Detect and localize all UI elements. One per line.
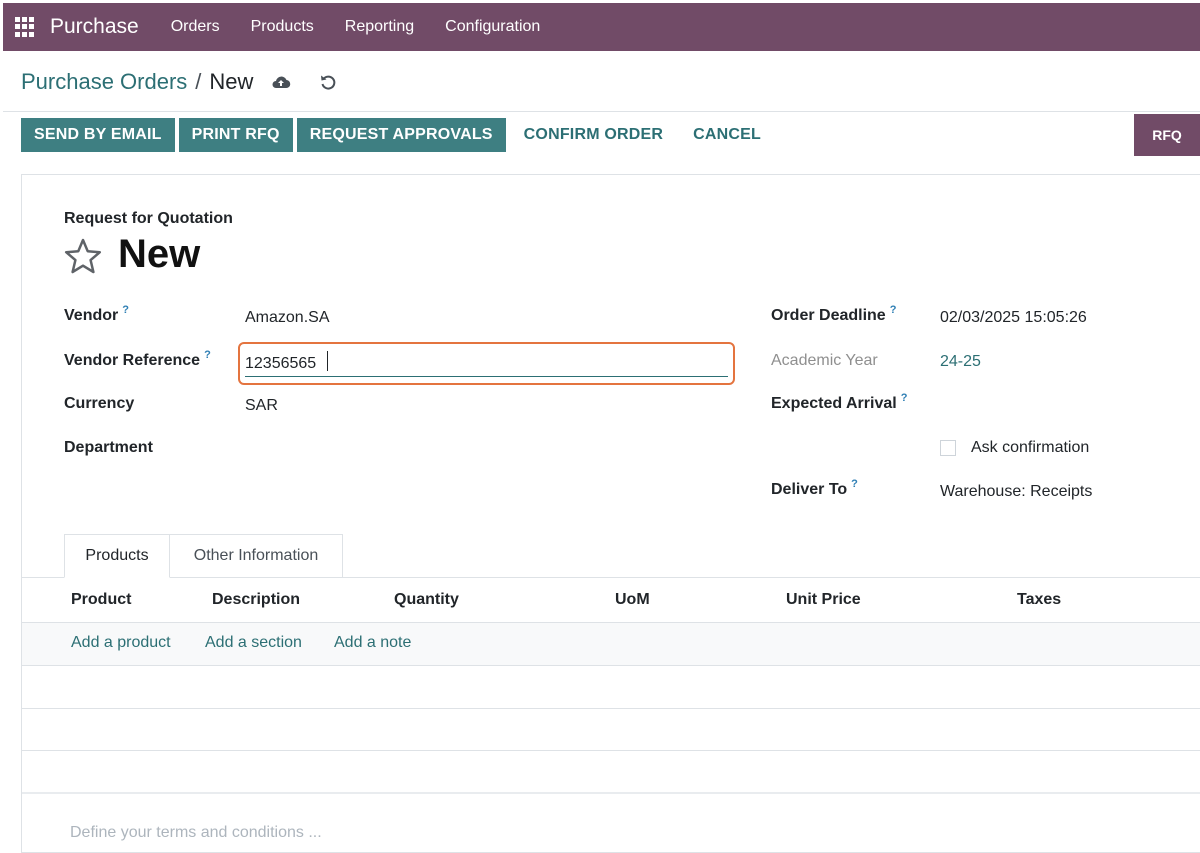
tab-other-information[interactable]: Other Information bbox=[169, 534, 343, 578]
breadcrumb-current: New bbox=[209, 69, 254, 94]
undo-icon[interactable] bbox=[319, 73, 337, 91]
menu-configuration[interactable]: Configuration bbox=[445, 18, 540, 36]
table-bottom-divider bbox=[22, 792, 1200, 794]
expected-arrival-label: Expected Arrival? bbox=[771, 392, 908, 412]
print-rfq-button[interactable]: PRINT RFQ bbox=[178, 118, 293, 152]
department-label: Department bbox=[64, 439, 153, 456]
status-rfq[interactable]: RFQ bbox=[1134, 114, 1200, 156]
breadcrumb-purchase-orders[interactable]: Purchase Orders bbox=[21, 69, 187, 95]
control-panel-divider bbox=[3, 111, 1200, 112]
menu-products[interactable]: Products bbox=[251, 18, 314, 36]
vendor-value[interactable]: Amazon.SA bbox=[245, 309, 329, 327]
record-title: New bbox=[118, 232, 201, 276]
deliver-to-help-icon[interactable]: ? bbox=[851, 478, 858, 490]
breadcrumb: Purchase Orders / New bbox=[21, 66, 337, 98]
tab-products[interactable]: Products bbox=[64, 534, 170, 578]
vendor-label: Vendor? bbox=[64, 304, 129, 324]
menu-orders[interactable]: Orders bbox=[171, 18, 220, 36]
ask-confirmation-label[interactable]: Ask confirmation bbox=[971, 439, 1089, 457]
column-unit-price[interactable]: Unit Price bbox=[786, 591, 861, 609]
column-taxes[interactable]: Taxes bbox=[1017, 591, 1061, 609]
add-section-link[interactable]: Add a section bbox=[205, 634, 302, 652]
app-name[interactable]: Purchase bbox=[50, 15, 139, 39]
apps-grid-icon[interactable] bbox=[15, 17, 35, 37]
currency-value[interactable]: SAR bbox=[245, 397, 278, 415]
form-subtitle: Request for Quotation bbox=[64, 210, 233, 227]
table-add-row bbox=[22, 623, 1200, 665]
breadcrumb-separator: / bbox=[195, 69, 202, 94]
table-row-divider bbox=[22, 750, 1200, 751]
action-bar: SEND BY EMAIL PRINT RFQ REQUEST APPROVAL… bbox=[21, 118, 777, 152]
order-deadline-help-icon[interactable]: ? bbox=[890, 304, 897, 316]
academic-year-label: Academic Year bbox=[771, 352, 878, 369]
text-caret bbox=[327, 351, 328, 371]
column-quantity[interactable]: Quantity bbox=[394, 591, 459, 609]
column-product[interactable]: Product bbox=[71, 591, 131, 609]
top-navbar: Purchase Orders Products Reporting Confi… bbox=[3, 3, 1200, 51]
confirm-order-button[interactable]: CONFIRM ORDER bbox=[524, 126, 663, 144]
cloud-upload-icon[interactable] bbox=[271, 74, 291, 90]
table-row-divider bbox=[22, 708, 1200, 709]
academic-year-value[interactable]: 24-25 bbox=[940, 353, 981, 371]
table-row-divider bbox=[22, 665, 1200, 666]
ask-confirmation-checkbox[interactable] bbox=[940, 440, 956, 456]
vendor-reference-label: Vendor Reference? bbox=[64, 349, 211, 369]
expected-arrival-help-icon[interactable]: ? bbox=[901, 392, 908, 404]
request-approvals-button[interactable]: REQUEST APPROVALS bbox=[296, 118, 506, 152]
vendor-reference-help-icon[interactable]: ? bbox=[204, 349, 211, 361]
terms-conditions-field[interactable]: Define your terms and conditions ... bbox=[70, 824, 322, 842]
vendor-help-icon[interactable]: ? bbox=[122, 304, 129, 316]
add-note-link[interactable]: Add a note bbox=[334, 634, 411, 652]
star-icon[interactable] bbox=[64, 238, 102, 274]
send-by-email-button[interactable]: SEND BY EMAIL bbox=[21, 118, 175, 152]
order-deadline-label: Order Deadline? bbox=[771, 304, 897, 324]
column-uom[interactable]: UoM bbox=[615, 591, 650, 609]
column-description[interactable]: Description bbox=[212, 591, 300, 609]
deliver-to-value[interactable]: Warehouse: Receipts bbox=[940, 483, 1092, 501]
add-product-link[interactable]: Add a product bbox=[71, 634, 171, 652]
cancel-button[interactable]: CANCEL bbox=[693, 126, 761, 144]
vendor-reference-input[interactable] bbox=[245, 351, 728, 377]
deliver-to-label: Deliver To? bbox=[771, 478, 858, 498]
tab-divider bbox=[22, 577, 1200, 578]
order-deadline-value[interactable]: 02/03/2025 15:05:26 bbox=[940, 309, 1087, 327]
currency-label: Currency bbox=[64, 395, 135, 412]
menu-reporting[interactable]: Reporting bbox=[345, 18, 414, 36]
